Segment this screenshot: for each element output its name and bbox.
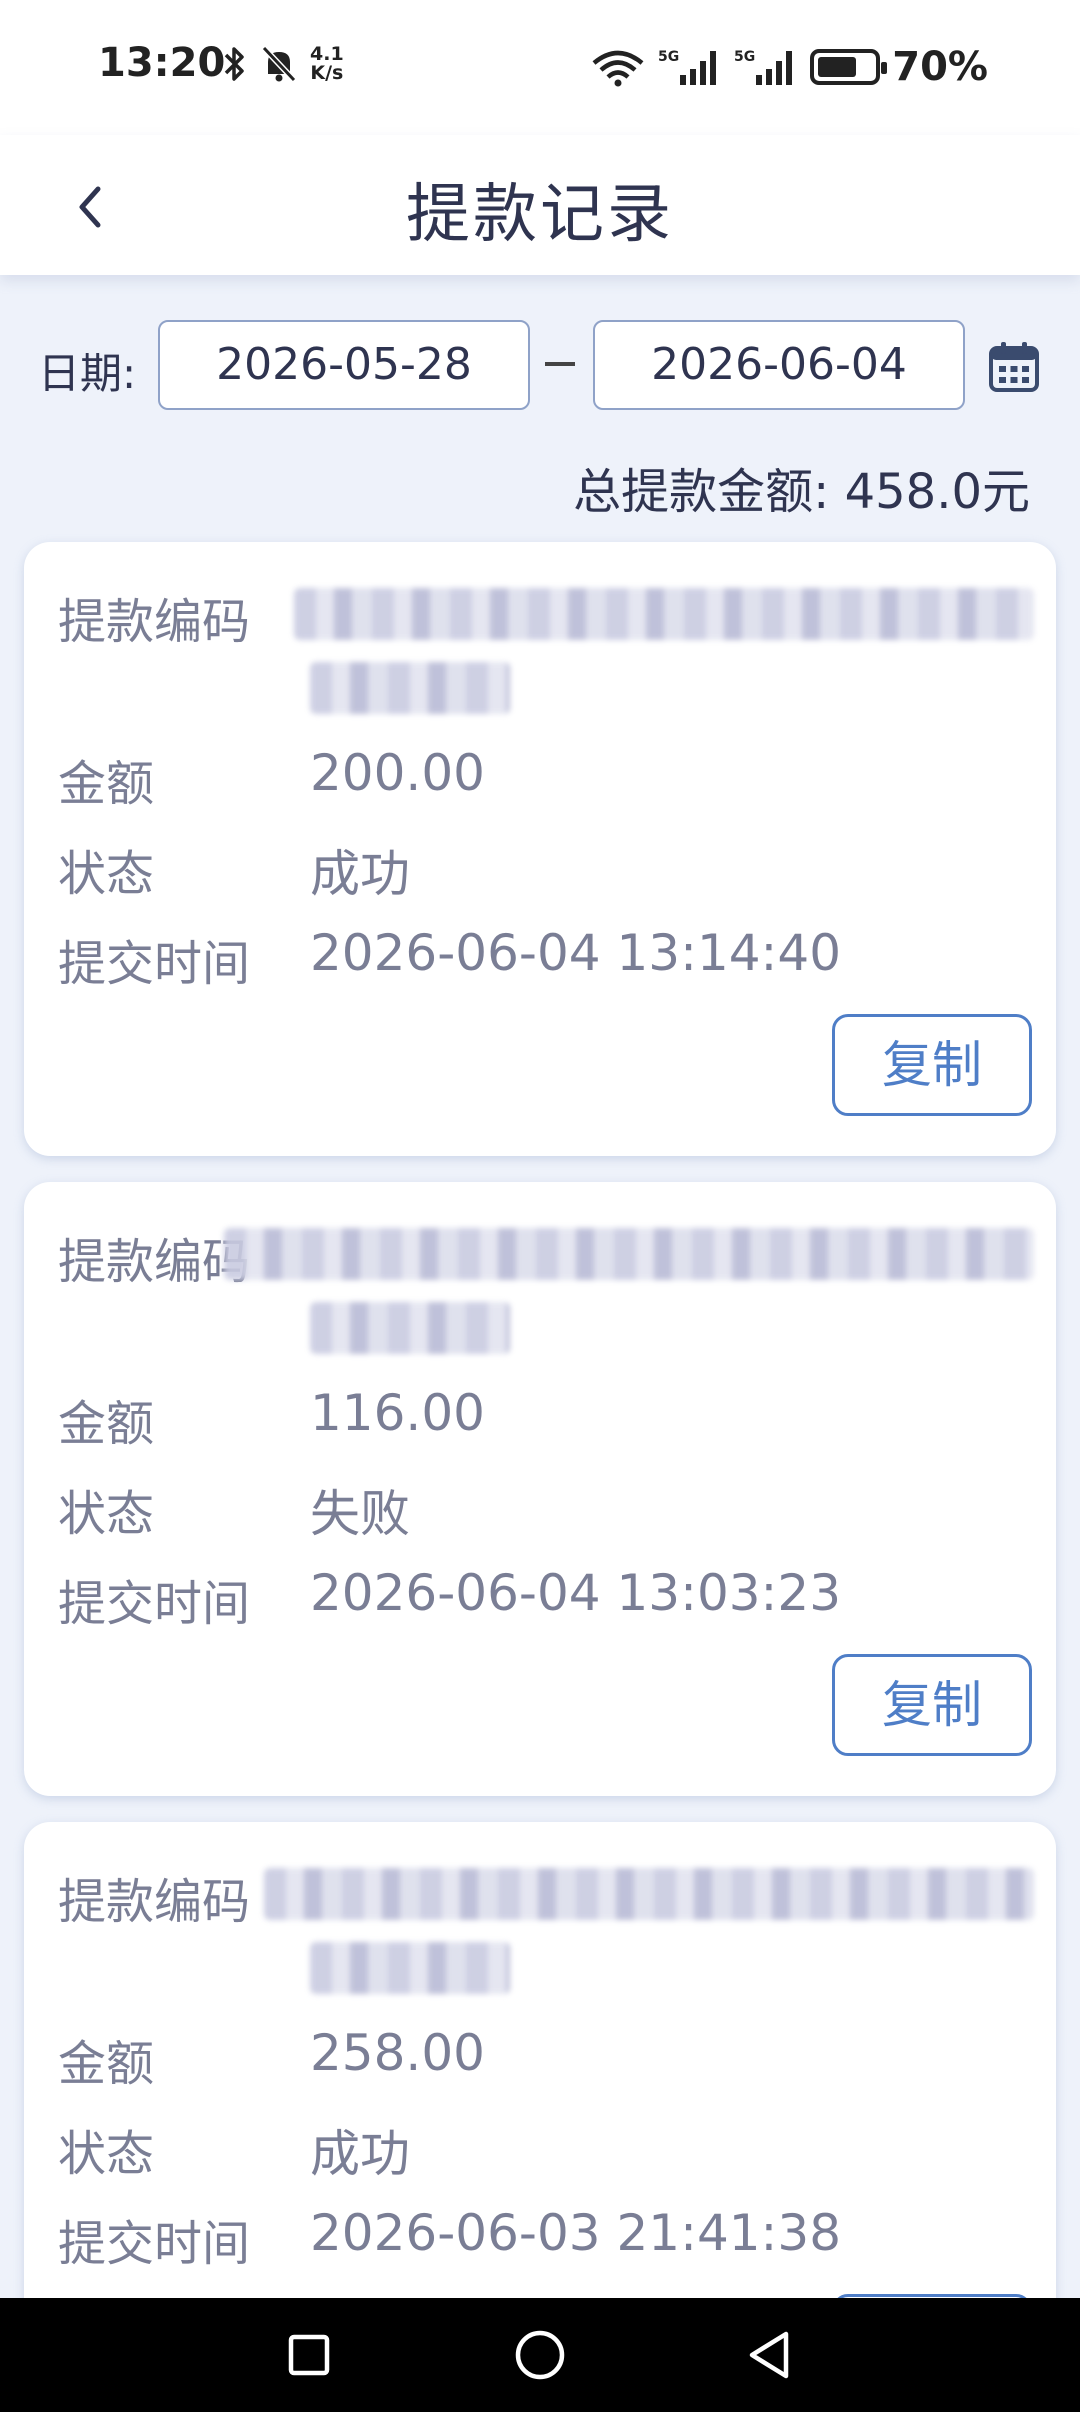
system-nav-bar [0,2298,1080,2412]
amount-label: 金额 [58,756,155,812]
start-date-input[interactable]: 2026-05-28 [158,320,530,410]
time-label: 提交时间 [58,2216,251,2272]
record-card: 提款编码 金额 116.00 状态 失败 提交时间 2026-06-04 13:… [24,1182,1056,1796]
id-label: 提款编码 [58,1234,251,1290]
status-label: 状态 [58,846,155,902]
screen: 13:20 4.1 K/s 5G 5G 70% 提款记录 日期: 2026-05… [0,0,1080,2412]
date-filter: 日期: 2026-05-28 2026-06-04 [0,320,1080,412]
amount-value: 200.00 [310,744,485,802]
copy-button[interactable]: 复制 [832,1654,1032,1756]
square-icon [288,2334,330,2376]
status-icons-left: 4.1 K/s [222,44,344,84]
total-amount: 总提款金额: 458.0元 [573,464,1030,520]
wifi-icon [592,50,644,87]
battery-fill [818,57,857,77]
5g-signal-icon: 5G [734,49,793,85]
date-range-separator [545,362,575,366]
status-value: 失败 [310,1485,410,1543]
copy-button[interactable]: 复制 [832,1014,1032,1116]
status-time: 13:20 [98,40,226,86]
5g-signal-icon: 5G [658,49,717,85]
home-button[interactable] [505,2320,575,2390]
svg-text:5G: 5G [734,49,755,65]
status-value: 成功 [310,2125,410,2183]
triangle-back-icon [749,2331,789,2379]
amount-value: 258.00 [310,2024,485,2082]
masked-id [264,1868,1034,1920]
amount-value: 116.00 [310,1384,485,1442]
status-label: 状态 [58,1486,155,1542]
battery-percent: 70% [892,44,988,90]
masked-id [294,588,1034,640]
masked-id [310,1302,510,1354]
time-value: 2026-06-04 13:14:40 [310,924,842,982]
masked-id [310,662,510,714]
app-header: 提款记录 [0,135,1080,275]
page-title: 提款记录 [406,178,674,252]
time-value: 2026-06-03 21:41:38 [310,2204,842,2262]
record-card: 提款编码 金额 200.00 状态 成功 提交时间 2026-06-04 13:… [24,542,1056,1156]
time-label: 提交时间 [58,936,251,992]
time-label: 提交时间 [58,1576,251,1632]
id-label: 提款编码 [58,1874,251,1930]
status-bar: 13:20 4.1 K/s 5G 5G 70% [0,0,1080,135]
bluetooth-icon [224,47,244,81]
circle-icon [515,2330,565,2380]
mute-icon [261,45,297,83]
masked-id [310,1942,510,1994]
time-value: 2026-06-04 13:03:23 [310,1564,842,1622]
back-nav-button[interactable] [734,2320,804,2390]
net-speed: 4.1 K/s [310,45,344,83]
status-icons-right: 5G 5G 70% [590,44,988,90]
battery-icon [810,49,888,85]
recents-button[interactable] [274,2320,344,2390]
status-label: 状态 [58,2126,155,2182]
id-label: 提款编码 [58,594,251,650]
amount-label: 金额 [58,1396,155,1452]
date-label: 日期: [38,349,137,398]
svg-text:5G: 5G [658,49,679,65]
calendar-button[interactable] [988,340,1040,394]
masked-id [224,1228,1034,1280]
amount-label: 金额 [58,2036,155,2092]
net-speed-unit: K/s [310,62,344,84]
calendar-icon [989,342,1039,392]
status-value: 成功 [310,845,410,903]
end-date-input[interactable]: 2026-06-04 [593,320,965,410]
